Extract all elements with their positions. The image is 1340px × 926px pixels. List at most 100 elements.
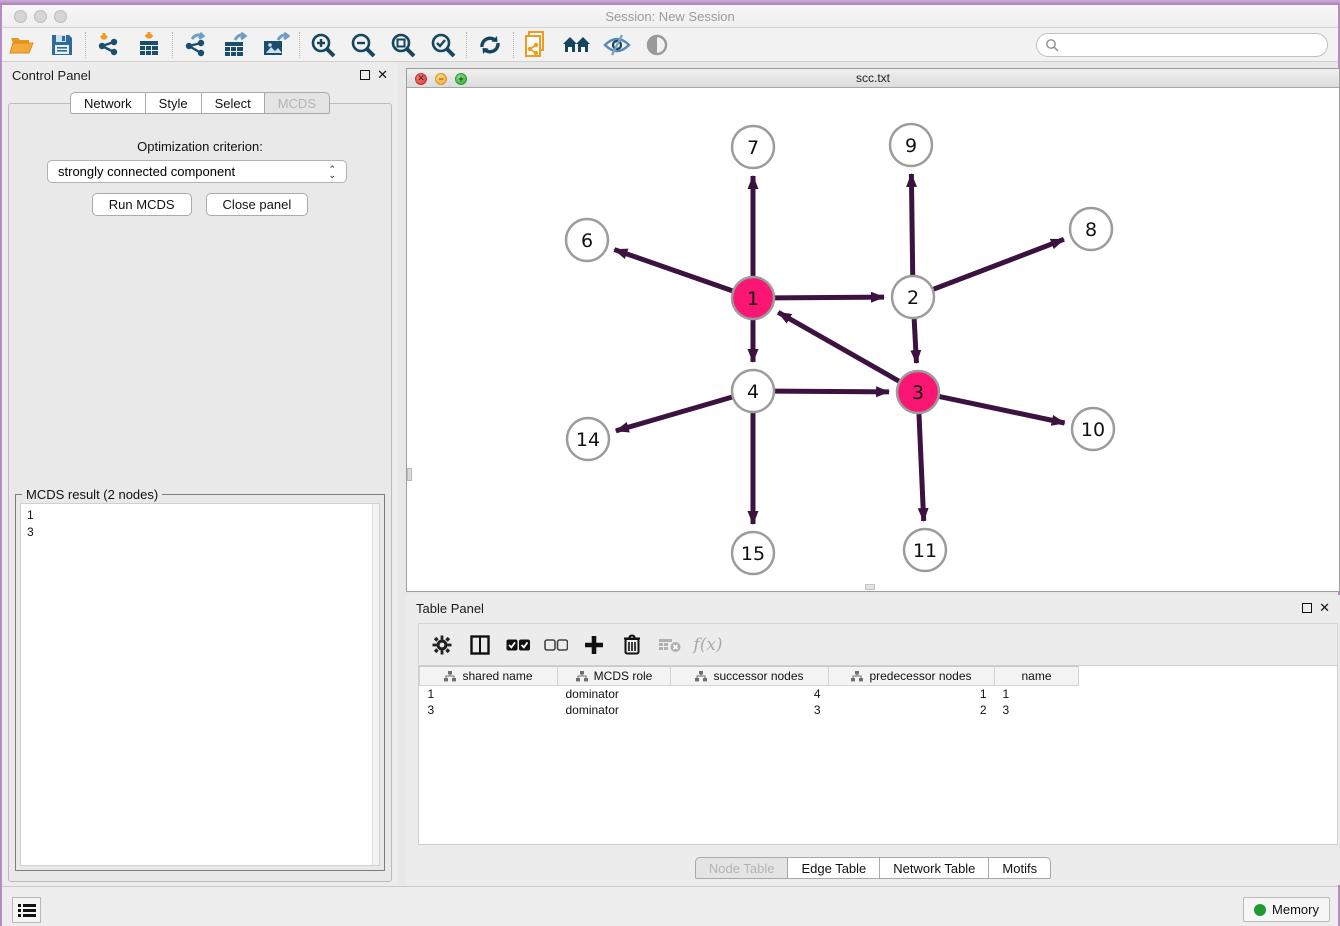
close-panel-button[interactable]: Close panel [206, 193, 309, 216]
graph-edge-4-3[interactable] [775, 391, 889, 392]
zoom-out-button[interactable] [343, 30, 383, 60]
memory-button[interactable]: Memory [1243, 897, 1330, 922]
cell-predecessor-nodes[interactable]: 2 [829, 702, 995, 718]
optimization-criterion-dropdown[interactable]: strongly connected component ⌃⌄ [47, 160, 347, 183]
tab-mcds[interactable]: MCDS [264, 92, 330, 114]
cell-mcds-role[interactable]: dominator [558, 702, 671, 718]
graph-node-9[interactable]: 9 [890, 124, 932, 166]
graph-edge-4-14[interactable] [616, 397, 732, 431]
table-panel-title: Table Panel [416, 601, 484, 616]
float-panel-icon[interactable] [360, 70, 370, 80]
toolbar-separator [513, 32, 514, 58]
global-search-field[interactable] [1036, 33, 1328, 57]
run-mcds-button[interactable]: Run MCDS [92, 193, 192, 216]
graph-edge-3-10[interactable] [940, 397, 1065, 423]
tab-motifs[interactable]: Motifs [988, 857, 1051, 879]
mcds-result-text[interactable]: 1 3 [20, 503, 380, 866]
select-all-rows-button[interactable] [503, 630, 533, 660]
graph-node-11[interactable]: 11 [904, 529, 946, 571]
tab-edge-table[interactable]: Edge Table [787, 857, 879, 879]
columns-icon [470, 635, 490, 655]
cell-shared-name[interactable]: 1 [420, 686, 558, 702]
table-row[interactable]: 3 dominator 3 2 3 [420, 702, 1079, 718]
attribute-icon [576, 671, 588, 682]
graph-edge-1-6[interactable] [614, 250, 732, 291]
save-floppy-icon [51, 34, 73, 56]
import-network-button[interactable] [89, 30, 129, 60]
float-table-panel-icon[interactable] [1302, 603, 1312, 613]
graph-node-1[interactable]: 1 [732, 277, 774, 319]
column-header-name[interactable]: name [995, 667, 1079, 686]
export-network-button[interactable] [176, 30, 216, 60]
function-builder-button[interactable]: f(x) [693, 630, 723, 660]
export-image-button[interactable] [256, 30, 296, 60]
close-panel-icon[interactable]: ✕ [377, 70, 388, 80]
zoom-fit-icon [390, 32, 416, 58]
zoom-in-button[interactable] [303, 30, 343, 60]
canvas-left-scrollbar-grip[interactable] [407, 468, 412, 481]
search-input[interactable] [1064, 38, 1327, 52]
graph-edge-2-8[interactable] [934, 239, 1064, 289]
graph-edge-2-9[interactable] [911, 174, 912, 275]
delete-table-button[interactable] [655, 630, 685, 660]
graph-edge-1-2[interactable] [775, 297, 884, 298]
graph-node-4[interactable]: 4 [732, 370, 774, 412]
result-scrollbar[interactable] [372, 504, 379, 865]
graph-edge-3-11[interactable] [919, 414, 924, 521]
tab-network[interactable]: Network [70, 92, 145, 114]
zoom-selected-button[interactable] [423, 30, 463, 60]
graph-node-8[interactable]: 8 [1070, 208, 1112, 250]
cell-successor-nodes[interactable]: 3 [671, 702, 829, 718]
deselect-all-rows-button[interactable] [541, 630, 571, 660]
first-neighbors-button[interactable] [557, 30, 597, 60]
hide-selected-button[interactable] [597, 30, 637, 60]
network-graph[interactable]: 1 2 3 4 6 7 8 9 10 11 14 15 [407, 88, 1339, 591]
import-table-button[interactable] [129, 30, 169, 60]
graph-edge-2-3[interactable] [914, 319, 916, 363]
table-panel: Table Panel ✕ [406, 595, 1340, 885]
graph-node-3[interactable]: 3 [897, 371, 939, 413]
network-window-titlebar[interactable]: ✕ − + scc.txt [407, 69, 1339, 88]
dropdown-stepper-icon: ⌃⌄ [328, 166, 336, 178]
network-canvas[interactable]: 1 2 3 4 6 7 8 9 10 11 14 15 [407, 88, 1339, 591]
show-column-panel-button[interactable] [465, 630, 495, 660]
graph-node-15[interactable]: 15 [732, 532, 774, 574]
column-header-shared-name[interactable]: shared name [420, 667, 558, 686]
export-table-button[interactable] [216, 30, 256, 60]
delete-column-button[interactable] [617, 630, 647, 660]
graph-node-7[interactable]: 7 [732, 126, 774, 168]
table-row[interactable]: 1 dominator 4 1 1 [420, 686, 1079, 702]
graph-node-14[interactable]: 14 [567, 418, 609, 460]
open-session-button[interactable] [2, 30, 42, 60]
apply-layout-button[interactable] [470, 30, 510, 60]
zoom-fit-button[interactable] [383, 30, 423, 60]
column-header-mcds-role[interactable]: MCDS role [558, 667, 671, 686]
graph-node-2[interactable]: 2 [892, 276, 934, 318]
tab-node-table[interactable]: Node Table [695, 857, 788, 879]
cell-name[interactable]: 3 [995, 702, 1079, 718]
cell-name[interactable]: 1 [995, 686, 1079, 702]
cell-predecessor-nodes[interactable]: 1 [829, 686, 995, 702]
canvas-bottom-resize-grip[interactable] [865, 584, 875, 590]
graph-node-10[interactable]: 10 [1072, 408, 1114, 450]
create-column-button[interactable] [579, 630, 609, 660]
cell-successor-nodes[interactable]: 4 [671, 686, 829, 702]
svg-text:11: 11 [913, 540, 937, 562]
save-session-button[interactable] [42, 30, 82, 60]
close-table-panel-icon[interactable]: ✕ [1319, 603, 1330, 613]
graph-node-6[interactable]: 6 [566, 219, 608, 261]
cell-shared-name[interactable]: 3 [420, 702, 558, 718]
column-header-predecessor-nodes[interactable]: predecessor nodes [829, 667, 995, 686]
table-options-button[interactable] [427, 630, 457, 660]
column-header-successor-nodes[interactable]: successor nodes [671, 667, 829, 686]
tab-select[interactable]: Select [201, 92, 264, 114]
svg-text:3: 3 [912, 382, 924, 404]
show-all-button[interactable] [637, 30, 677, 60]
show-task-history-button[interactable] [12, 897, 41, 923]
cell-mcds-role[interactable]: dominator [558, 686, 671, 702]
window-title: Session: New Session [2, 9, 1338, 24]
tab-network-table[interactable]: Network Table [879, 857, 988, 879]
new-network-from-selection-button[interactable] [517, 30, 557, 60]
graph-edge-3-1[interactable] [778, 312, 899, 381]
tab-style[interactable]: Style [145, 92, 201, 114]
